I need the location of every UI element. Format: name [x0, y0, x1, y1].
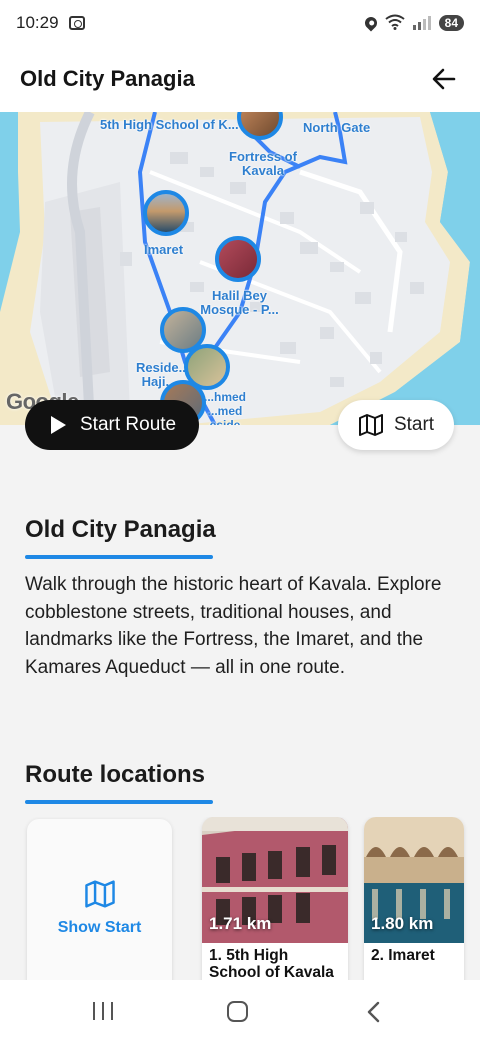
- app-bar: Old City Panagia: [0, 46, 480, 112]
- locations-title-underline: [25, 800, 213, 804]
- start-route-label: Start Route: [80, 414, 177, 435]
- signal-icon: [412, 16, 431, 30]
- location-name: 1. 5th High School of Kavala: [209, 947, 334, 980]
- back-button[interactable]: [428, 63, 460, 95]
- home-button[interactable]: [227, 1001, 248, 1022]
- location-icon: [362, 14, 380, 32]
- map-label-fortress: Fortress of Kavala: [229, 149, 297, 178]
- start-label: Start: [393, 414, 435, 435]
- wifi-icon: [385, 14, 405, 33]
- location-name: 2. Imaret: [371, 947, 435, 964]
- recent-apps-button[interactable]: [93, 1002, 113, 1020]
- page-title: Old City Panagia: [20, 66, 195, 91]
- location-distance: 1.80 km: [371, 914, 434, 933]
- nav-back-icon[interactable]: [366, 1001, 380, 1023]
- route-title-underline: [25, 555, 213, 559]
- location-card[interactable]: 1.71 km 1. 5th High School of Kavala: [202, 817, 348, 980]
- battery-badge: 84: [438, 15, 464, 31]
- map-pin-imaret[interactable]: [143, 190, 189, 236]
- map-label-school: 5th High School of K...: [100, 117, 239, 132]
- route-description: Walk through the historic heart of Kaval…: [25, 574, 442, 678]
- map-label-halil-bey: Halil Bey Mosque - P...: [200, 288, 279, 317]
- location-distance: 1.71 km: [209, 914, 272, 933]
- map-label-north-gate: North Gate: [303, 120, 371, 135]
- arrow-back-icon: [432, 68, 456, 90]
- start-route-button[interactable]: Start Route: [25, 400, 199, 450]
- map-icon: [84, 880, 115, 908]
- route-title: Old City Panagia: [25, 516, 216, 543]
- play-icon: [51, 416, 66, 434]
- system-nav-bar: [0, 980, 480, 1040]
- show-start-label: Show Start: [57, 919, 142, 936]
- locations-carousel[interactable]: Show Start 1.71 km 1. 5th High School of…: [0, 817, 480, 980]
- route-map[interactable]: 5th High School of K... North Gate Fortr…: [0, 112, 480, 425]
- start-button[interactable]: Start: [338, 400, 454, 450]
- locations-title: Route locations: [25, 761, 206, 788]
- map-label-imaret: Imaret: [144, 242, 184, 257]
- map-pin-halil-bey[interactable]: [215, 236, 261, 282]
- location-card[interactable]: 1.80 km 2. Imaret: [364, 817, 464, 980]
- screenshot-icon: [68, 16, 85, 30]
- show-start-card[interactable]: Show Start: [27, 819, 172, 980]
- status-time: 10:29: [16, 13, 59, 32]
- status-bar: 10:29 84: [0, 0, 480, 46]
- map-icon: [358, 414, 383, 436]
